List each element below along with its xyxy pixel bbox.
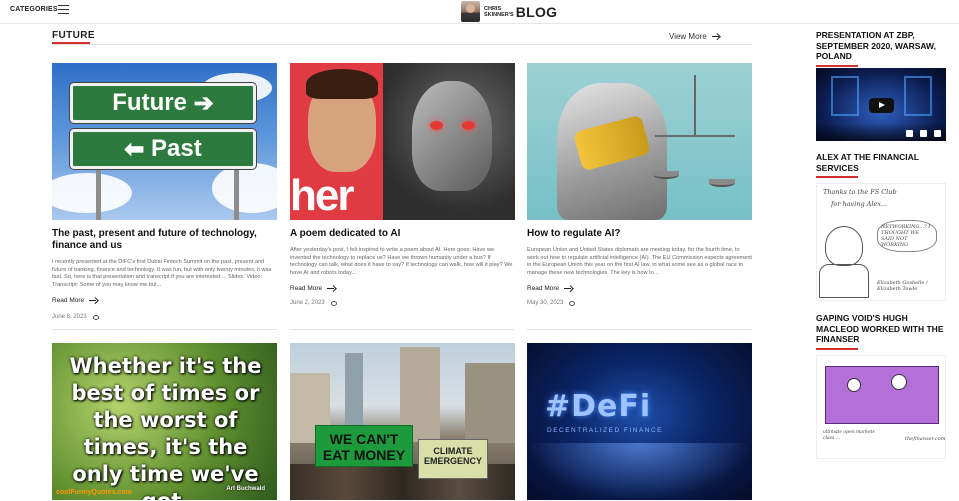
hamburger-icon[interactable] — [58, 5, 69, 14]
sidebar-widget-title[interactable]: PRESENTATION AT ZBP, SEPTEMBER 2020, WAR… — [816, 30, 946, 62]
author-photo — [461, 1, 480, 22]
article-title[interactable]: The past, present and future of technolo… — [52, 228, 277, 252]
article-excerpt: European Union and United States diploma… — [527, 247, 752, 276]
defi-title: #DeFi — [545, 389, 652, 424]
read-more-link[interactable]: Read More — [527, 285, 752, 292]
row-divider — [52, 329, 277, 330]
section-title: FUTURE — [52, 30, 95, 41]
article-card: Whether it's the best of times or the wo… — [52, 343, 277, 500]
article-date: June 2, 2023 — [290, 300, 515, 306]
fullscreen-icon[interactable] — [934, 130, 941, 137]
article-thumbnail[interactable]: Future ➔ ⬅ Past — [52, 63, 277, 220]
comment-icon[interactable] — [569, 300, 576, 306]
arrow-right-icon — [564, 285, 572, 292]
sidebar-title-underline — [816, 347, 858, 350]
comment-icon[interactable] — [92, 314, 99, 320]
article-card: her A poem dedicated to AI After yesterd… — [290, 63, 515, 306]
past-sign: ⬅ Past — [70, 129, 256, 169]
her-title-text: her — [290, 171, 355, 220]
sidebar-widget-title[interactable]: GAPING VOID'S HUGH MACLEOD WORKED WITH T… — [816, 313, 946, 345]
arrow-right-icon — [327, 285, 335, 292]
settings-icon[interactable] — [920, 130, 927, 137]
sidebar-widget: ALEX AT THE FINANCIAL SERVICES — [816, 152, 946, 178]
row-divider — [290, 329, 515, 330]
sidebar-widget: PRESENTATION AT ZBP, SEPTEMBER 2020, WAR… — [816, 30, 946, 67]
quote-text: Whether it's the best of times or the wo… — [69, 354, 262, 500]
view-more-label: View More — [669, 32, 707, 41]
article-thumbnail[interactable]: #DeFi DECENTRALIZED FINANCE — [527, 343, 752, 500]
article-excerpt: I recently presented at the DIFC's first… — [52, 259, 272, 288]
article-thumbnail[interactable] — [527, 63, 752, 220]
read-more-link[interactable]: Read More — [52, 297, 277, 304]
article-card: How to regulate AI? European Union and U… — [527, 63, 752, 306]
top-bar: CATEGORIES CHRIS SKINNER'S BLOG — [0, 0, 959, 24]
arrow-right-icon — [89, 297, 97, 304]
article-card: WE CAN'T EAT MONEY CLIMATE EMERGENCY — [290, 343, 515, 500]
defi-subtitle: DECENTRALIZED FINANCE — [547, 427, 664, 434]
logo-small-text: CHRIS SKINNER'S — [484, 5, 514, 18]
article-thumbnail[interactable]: her — [290, 63, 515, 220]
row-divider — [527, 329, 752, 330]
article-date: June 8, 2023 — [52, 314, 277, 320]
quote-author: Art Buchwald — [226, 486, 265, 492]
play-icon[interactable] — [869, 98, 894, 113]
comment-icon[interactable] — [330, 300, 337, 306]
volume-icon[interactable] — [906, 130, 913, 137]
article-excerpt: After yesterday's post, I felt inspired … — [290, 247, 513, 276]
sidebar-widget: GAPING VOID'S HUGH MACLEOD WORKED WITH T… — [816, 313, 946, 350]
cartoon-image[interactable]: Thanks to the FS Club for having Alex...… — [816, 183, 946, 301]
article-thumbnail[interactable]: WE CAN'T EAT MONEY CLIMATE EMERGENCY — [290, 343, 515, 500]
view-more-link[interactable]: View More — [669, 32, 720, 41]
read-more-link[interactable]: Read More — [290, 285, 515, 292]
protest-banner-2: CLIMATE EMERGENCY — [418, 439, 488, 479]
article-title[interactable]: A poem dedicated to AI — [290, 228, 515, 240]
sidebar-title-underline — [816, 64, 858, 67]
article-thumbnail[interactable]: Whether it's the best of times or the wo… — [52, 343, 277, 500]
cartoon-image[interactable]: ultimate open markets class ... thefinan… — [816, 355, 946, 459]
video-player[interactable] — [816, 68, 946, 141]
article-card: Future ➔ ⬅ Past The past, present and fu… — [52, 63, 277, 320]
article-title[interactable]: How to regulate AI? — [527, 228, 752, 240]
sidebar-title-underline — [816, 176, 858, 178]
article-card: #DeFi DECENTRALIZED FINANCE — [527, 343, 752, 500]
logo-blog-text: BLOG — [515, 3, 558, 20]
future-sign: Future ➔ — [70, 83, 256, 123]
arrow-right-icon — [711, 33, 720, 40]
site-logo[interactable]: CHRIS SKINNER'S BLOG — [461, 1, 557, 22]
sidebar-widget-title[interactable]: ALEX AT THE FINANCIAL SERVICES — [816, 152, 946, 173]
section-divider — [52, 44, 752, 45]
categories-menu-label[interactable]: CATEGORIES — [10, 6, 58, 13]
quote-site: coolFunnyQuotes.com — [56, 489, 132, 496]
protest-banner: WE CAN'T EAT MONEY — [315, 425, 413, 467]
article-date: May 30, 2023 — [527, 300, 752, 306]
